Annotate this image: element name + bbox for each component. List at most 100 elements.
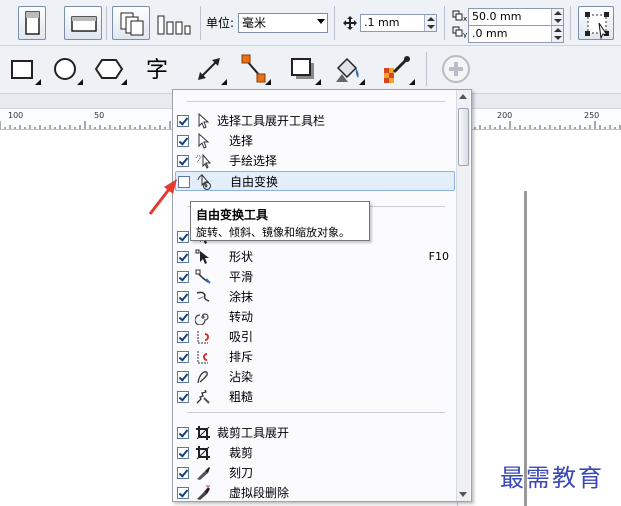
- watermark: 最需教育: [500, 464, 604, 492]
- menu-item-label: 选择工具展开工具栏: [217, 114, 326, 128]
- duplicate-y-spinner[interactable]: [551, 26, 563, 42]
- flyout-indicator-icon: [35, 79, 41, 85]
- crop-icon: [196, 446, 210, 460]
- roughen-icon: [196, 389, 210, 404]
- menu-item-checkbox[interactable]: [177, 251, 189, 263]
- text-tool[interactable]: 字: [142, 52, 178, 86]
- menu-item-checkbox[interactable]: [177, 351, 189, 363]
- menu-item-label: 裁剪工具展开: [217, 426, 290, 440]
- duplicate-x-spinner[interactable]: [551, 9, 563, 25]
- red-pointer-arrow-icon: [148, 179, 177, 215]
- toolbox-customize-menu: 选择工具展开工具栏选择手绘选择自由变换形状 F10 平滑 涂抹转动吸引排斥沾染粗糙裁剪…: [172, 89, 472, 502]
- menu-item-label: 转动: [229, 310, 254, 324]
- menu-item-row[interactable]: 虚拟段删除: [175, 483, 455, 501]
- portrait-icon: [25, 11, 40, 35]
- menu-item-row[interactable]: 刻刀: [175, 463, 455, 483]
- menu-item-label: 自由变换: [230, 175, 279, 189]
- nudge-move-icon: [343, 16, 357, 30]
- scrollbar-thumb[interactable]: [458, 108, 469, 166]
- treat-as-filled-button[interactable]: [578, 6, 614, 40]
- tooltip-description: 旋转、倾斜、镜像和缩放对象。: [196, 226, 350, 239]
- menu-item-checkbox[interactable]: [177, 427, 189, 439]
- menu-item-checkbox[interactable]: [177, 231, 189, 243]
- smear-icon: [196, 291, 210, 302]
- rectangle-tool[interactable]: [6, 52, 42, 86]
- menu-item-row[interactable]: 形状 F10: [175, 247, 455, 267]
- plus-circle-icon: [442, 55, 470, 83]
- nudge-spinner[interactable]: [424, 15, 436, 31]
- flyout-indicator-icon: [77, 79, 83, 85]
- crop-icon: [196, 426, 210, 440]
- smooth-icon: [195, 269, 211, 284]
- duplicate-y-value: .0 mm: [472, 27, 508, 40]
- menu-item-row[interactable]: 裁剪: [175, 443, 455, 463]
- connector-tool[interactable]: [236, 52, 272, 86]
- flyout-indicator-icon: [409, 79, 415, 85]
- menu-item-checkbox[interactable]: [177, 487, 189, 499]
- menu-item-checkbox[interactable]: [177, 391, 189, 403]
- menu-item-checkbox[interactable]: [177, 371, 189, 383]
- attract-icon: [197, 331, 209, 344]
- unit-select-value: 毫米: [242, 16, 267, 30]
- menu-item-row[interactable]: 自由变换: [175, 171, 455, 191]
- menu-scrollbar[interactable]: [456, 90, 470, 501]
- knife-icon: [197, 467, 210, 480]
- menu-item-checkbox[interactable]: [177, 115, 189, 127]
- svg-text:y: y: [463, 31, 467, 38]
- freehand-pick-icon: [195, 153, 211, 169]
- ruler-label: 100: [8, 111, 24, 120]
- dimension-tool[interactable]: [192, 52, 228, 86]
- menu-item-checkbox[interactable]: [177, 447, 189, 459]
- menu-item-row[interactable]: 粗糙: [175, 387, 455, 407]
- current-page-button[interactable]: [154, 6, 192, 40]
- tooltip-title: 自由变换工具: [196, 208, 269, 222]
- customize-toolbox-button[interactable]: [438, 52, 474, 86]
- bounding-box-icon: [585, 12, 609, 40]
- duplicate-y-icon: y: [452, 26, 467, 38]
- menu-item-checkbox[interactable]: [177, 271, 189, 283]
- menu-item-row[interactable]: 涂抹: [175, 287, 455, 307]
- duplicate-x-icon: x: [452, 10, 467, 22]
- menu-item-checkbox[interactable]: [177, 331, 189, 343]
- duplicate-x-input[interactable]: 50.0 mm: [468, 8, 564, 26]
- menu-item-label: 虚拟段删除: [229, 486, 290, 500]
- menu-item-row[interactable]: 吸引: [175, 327, 455, 347]
- ellipse-tool[interactable]: [48, 52, 84, 86]
- menu-item-checkbox[interactable]: [177, 291, 189, 303]
- menu-item-checkbox[interactable]: [177, 467, 189, 479]
- menu-item-row[interactable]: 选择: [175, 131, 455, 151]
- ruler-label: 50: [94, 111, 105, 120]
- polygon-tool[interactable]: [92, 52, 128, 86]
- scroll-up-icon[interactable]: [459, 94, 467, 99]
- menu-item-row[interactable]: 转动: [175, 307, 455, 327]
- fill-tool[interactable]: [330, 52, 366, 86]
- flyout-indicator-icon: [121, 79, 127, 85]
- menu-item-checkbox[interactable]: [177, 135, 189, 147]
- unit-select[interactable]: 毫米: [238, 13, 328, 33]
- menu-group-row[interactable]: 裁剪工具展开: [175, 423, 455, 443]
- menu-item-checkbox[interactable]: [177, 155, 189, 167]
- property-bar: 单位: 毫米 .1 mm x 50.0 mm y .0 mm: [0, 0, 621, 46]
- eyedropper-tool[interactable]: [380, 52, 416, 86]
- scroll-down-icon[interactable]: [459, 492, 467, 497]
- menu-item-row[interactable]: 手绘选择: [175, 151, 455, 171]
- menu-item-label: 排斥: [229, 350, 254, 364]
- menu-item-checkbox[interactable]: [177, 311, 189, 323]
- all-pages-button[interactable]: [112, 6, 150, 40]
- nudge-distance-input[interactable]: .1 mm: [360, 14, 437, 32]
- ruler-label: 250: [584, 111, 600, 120]
- menu-item-label: 粗糙: [229, 390, 254, 404]
- menu-item-row[interactable]: 沾染: [175, 367, 455, 387]
- menu-group-row[interactable]: 选择工具展开工具栏: [175, 111, 455, 131]
- chevron-down-icon: [317, 19, 325, 24]
- menu-item-label: 裁剪: [229, 446, 254, 460]
- duplicate-y-input[interactable]: .0 mm: [468, 25, 564, 43]
- menu-item-row[interactable]: 排斥: [175, 347, 455, 367]
- repel-icon: [197, 351, 208, 364]
- portrait-page-button[interactable]: [18, 6, 46, 40]
- menu-item-label: 选择: [229, 134, 254, 148]
- menu-item-label: 手绘选择: [229, 154, 278, 168]
- landscape-page-button[interactable]: [64, 6, 102, 40]
- menu-item-row[interactable]: 平滑: [175, 267, 455, 287]
- drop-shadow-tool[interactable]: [286, 52, 322, 86]
